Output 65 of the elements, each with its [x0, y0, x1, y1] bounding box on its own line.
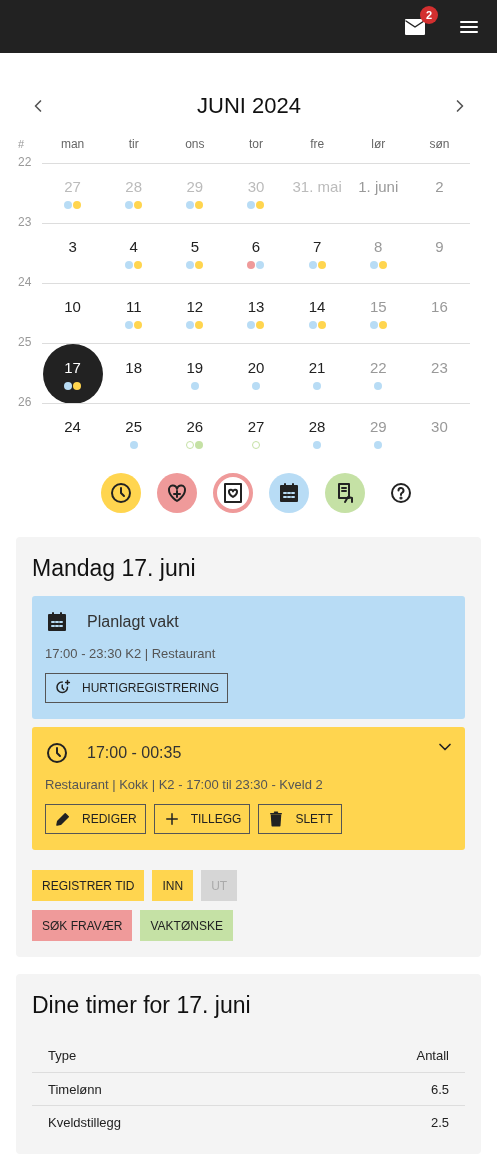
calendar-day[interactable]: 25 — [125, 418, 143, 449]
calendar-day[interactable]: 24 — [64, 418, 81, 449]
clock-icon — [45, 741, 69, 765]
legend-button[interactable] — [100, 473, 141, 513]
calendar-day[interactable]: 4 — [125, 238, 143, 269]
calendar-day[interactable]: 12 — [186, 298, 204, 329]
table-cell: Timelønn — [48, 1081, 102, 1097]
clock-icon — [108, 481, 133, 505]
shift-title: Planlagt vakt — [87, 613, 179, 631]
weekday-label: tir — [127, 137, 140, 153]
action-button[interactable]: INN — [152, 870, 194, 901]
entry-details: Restaurant | Kokk | K2 - 17:00 til 23:30 - Kveld 2 — [45, 777, 324, 792]
table-cell: 2.5 — [430, 1114, 449, 1130]
legend-button[interactable] — [268, 473, 309, 513]
entry-action-button[interactable]: REDIGER — [45, 804, 146, 834]
entry-time: 17:00 - 00:35 — [87, 744, 182, 762]
calendar-icon — [45, 610, 69, 634]
calendar-day[interactable]: 7 — [308, 238, 326, 269]
calendar-day[interactable]: 5 — [186, 238, 204, 269]
calendar-day[interactable]: 3 — [68, 238, 77, 269]
calendar-day[interactable]: 27 — [247, 418, 265, 449]
help-icon — [388, 481, 413, 505]
entry-action-button[interactable]: TILLEGG — [153, 804, 251, 834]
weekday-label: søn — [428, 137, 451, 153]
action-button[interactable]: REGISTRER TID — [32, 870, 145, 901]
weekday-label: ons — [184, 137, 206, 153]
table-cell: 6.5 — [430, 1081, 449, 1097]
week-number: 23 — [18, 215, 33, 229]
column-header: Antall — [416, 1048, 449, 1063]
table-cell: Kveldstillegg — [48, 1114, 121, 1130]
legend-button[interactable] — [212, 473, 253, 513]
week-number: 25 — [18, 335, 33, 349]
calendar-day[interactable]: 17 — [42, 344, 103, 404]
week-number-header: # — [18, 137, 26, 151]
calendar-day[interactable]: 19 — [186, 358, 204, 390]
calendar-day[interactable]: 21 — [308, 358, 326, 390]
calendar-day[interactable]: 13 — [247, 298, 265, 329]
calendar-day[interactable]: 18 — [125, 358, 143, 390]
legend-button[interactable] — [324, 473, 365, 513]
calendar-day[interactable]: 11 — [125, 298, 143, 329]
shift-details: 17:00 - 23:30 K2 | Restaurant — [45, 646, 217, 661]
hours-title: Dine timer for 17. juni — [32, 992, 252, 1019]
week-number: 24 — [18, 275, 33, 289]
calendar-day[interactable]: 26 — [186, 418, 204, 449]
calendar-day[interactable]: 10 — [64, 298, 81, 329]
weekday-label: lør — [370, 137, 387, 153]
legend-button[interactable] — [156, 473, 197, 513]
column-header: Type — [48, 1048, 77, 1063]
action-button[interactable]: SØK FRAVÆR — [32, 910, 133, 941]
month-title: JUNI 2024 — [197, 93, 301, 119]
pencil-icon — [54, 810, 72, 828]
week-number: 22 — [18, 155, 33, 169]
weekday-label: tor — [248, 137, 264, 153]
notification-badge: 2 — [420, 5, 438, 24]
calendar-day[interactable]: 20 — [247, 358, 265, 390]
entry-action-button[interactable]: SLETT — [258, 804, 342, 834]
week-number: 26 — [18, 395, 33, 409]
quick-register-button[interactable]: HURTIGREGISTRERING — [45, 673, 229, 703]
weekday-label: fre — [309, 137, 326, 153]
action-button[interactable]: VAKTØNSKE — [140, 910, 233, 941]
day-title: Mandag 17. juni — [32, 555, 197, 582]
weekday-label: man — [59, 137, 86, 153]
calendar-day[interactable]: 14 — [308, 298, 326, 329]
calendar-day[interactable]: 28 — [308, 418, 326, 449]
calendar-day[interactable]: 6 — [247, 238, 265, 269]
